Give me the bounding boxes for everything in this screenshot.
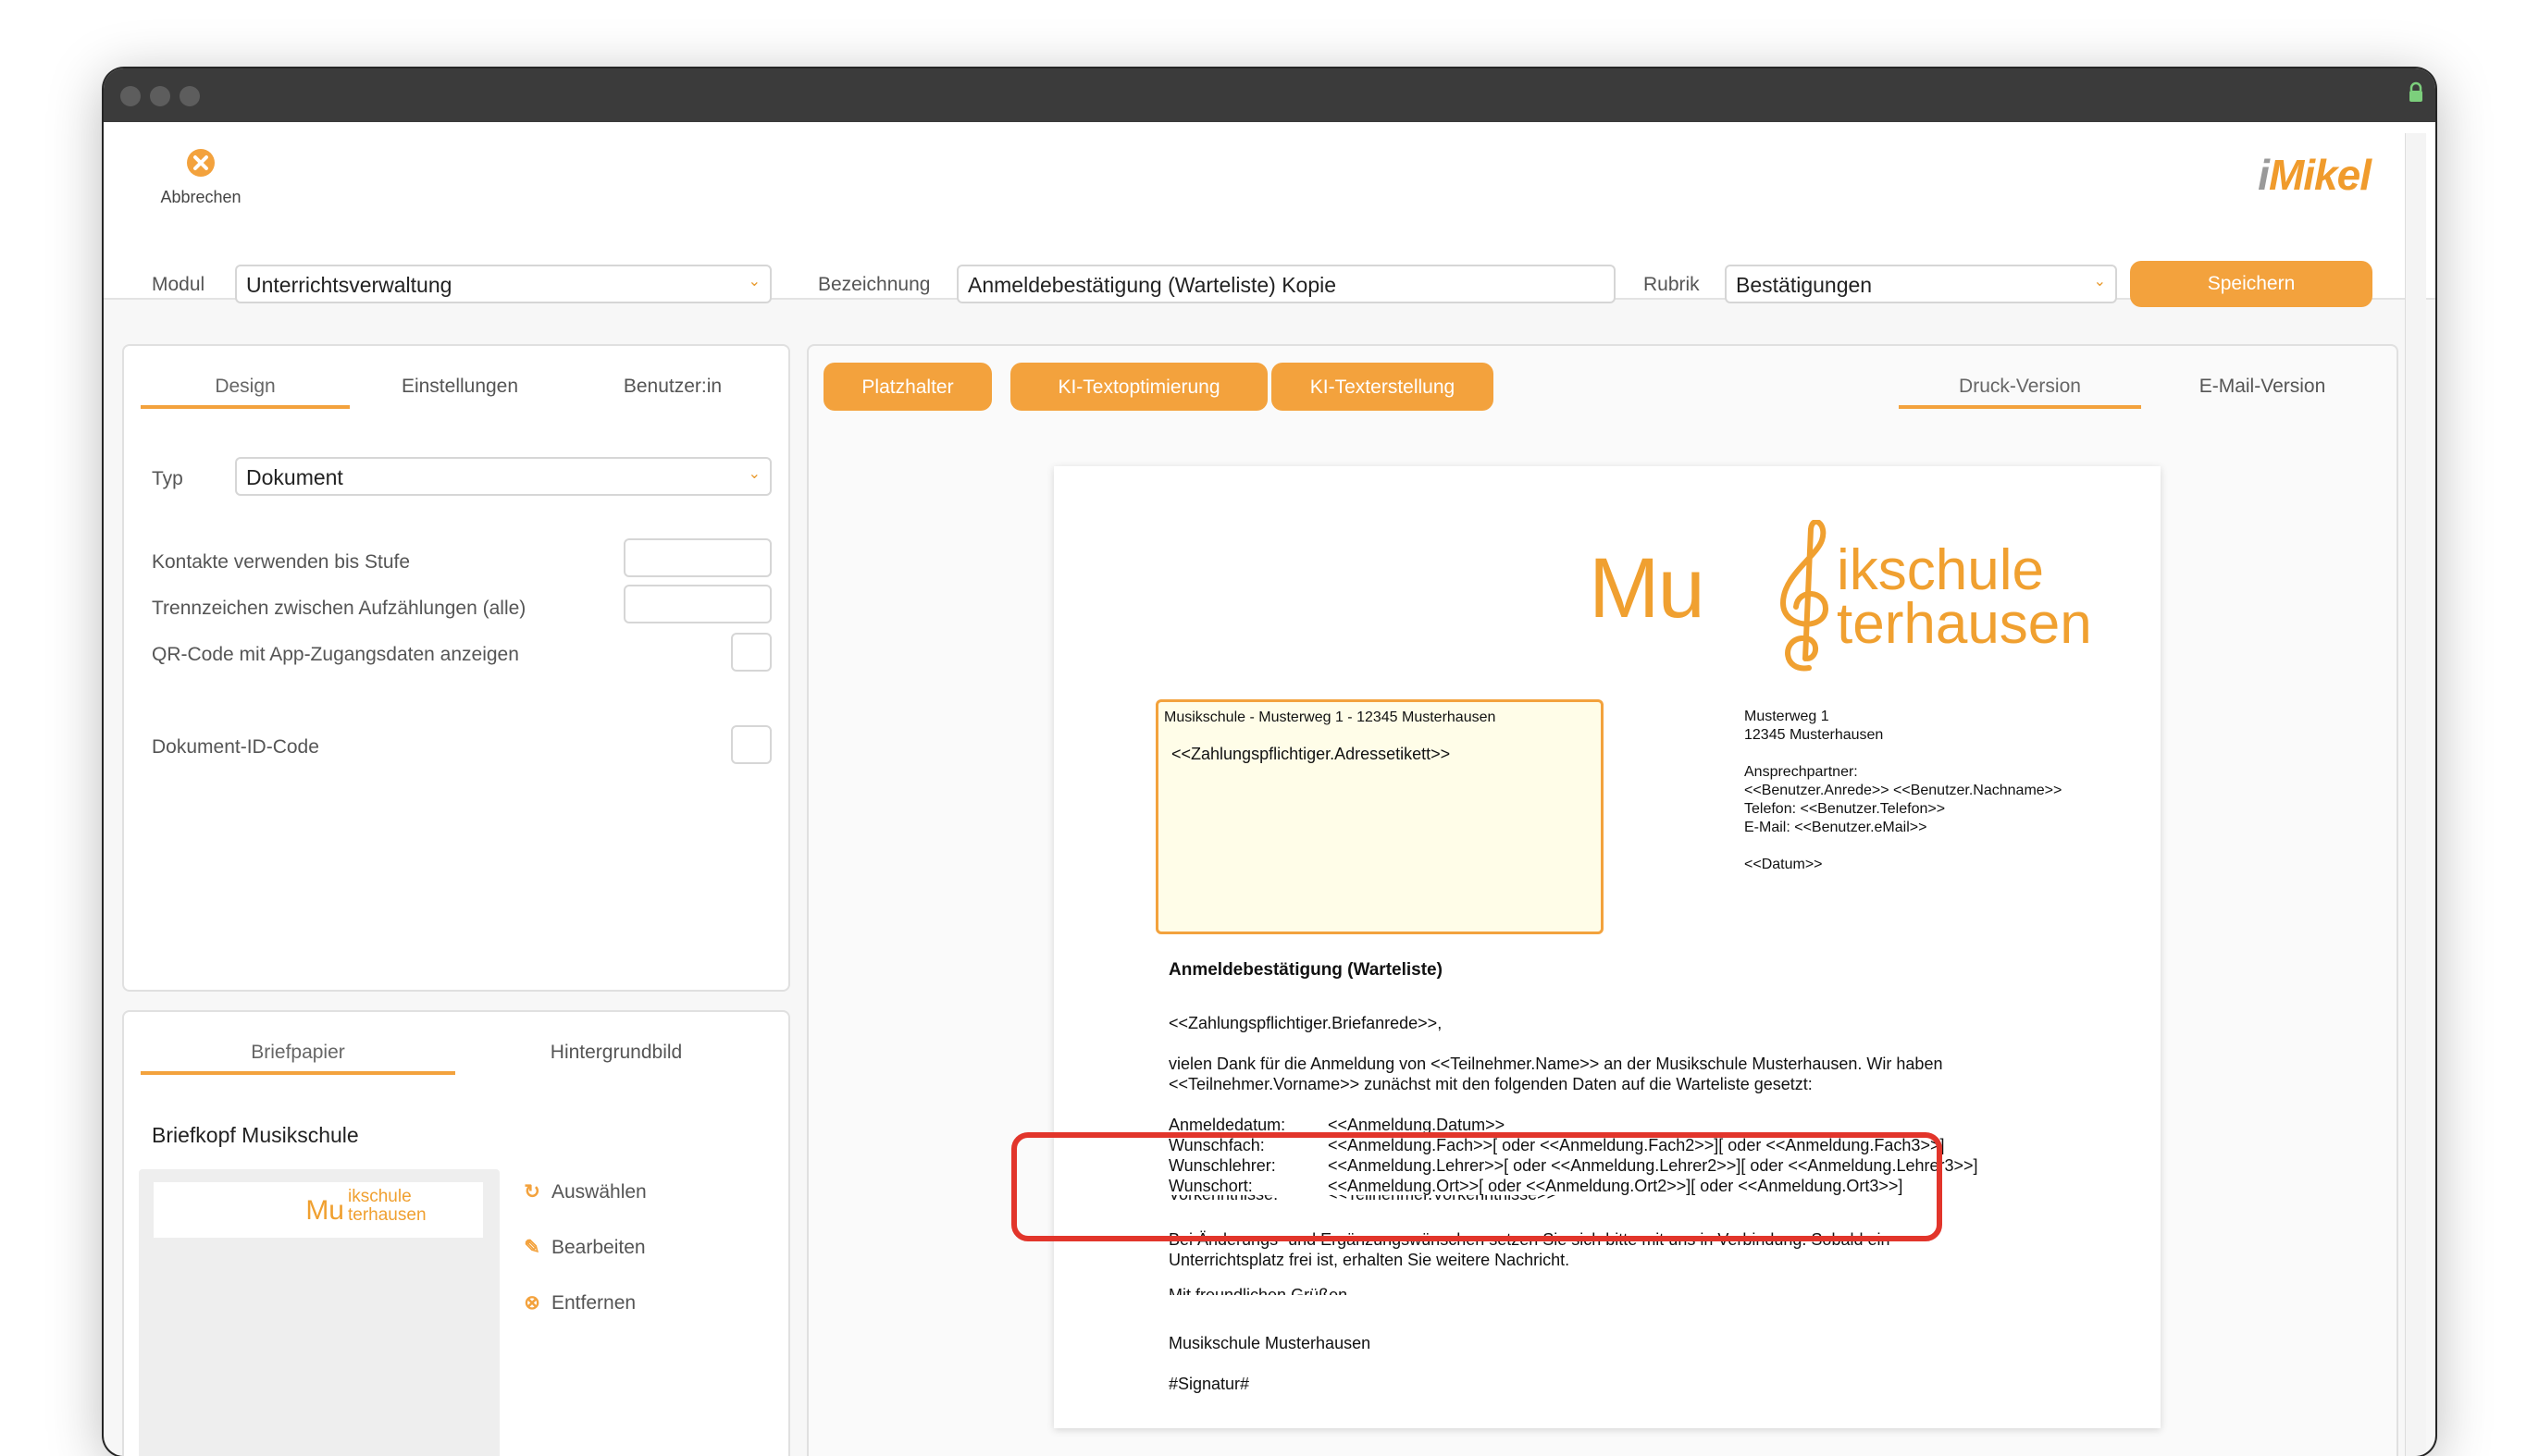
close-window-button[interactable] — [120, 86, 141, 106]
minimize-window-button[interactable] — [150, 86, 170, 106]
modul-select[interactable]: Unterrichtsverwaltung ⌄ — [235, 265, 772, 303]
app-window: Abbrechen iMikel Modul Unterrichtsverwal… — [104, 68, 2435, 1456]
doc-change-line-2: Unterrichtsplatz frei ist, erhalten Sie … — [1169, 1251, 1570, 1269]
tab-email-version[interactable]: E-Mail-Version — [2141, 376, 2384, 398]
modul-label: Modul — [152, 274, 205, 295]
abort-label: Abbrechen — [160, 188, 242, 206]
doc-body-line-2: <<Teilnehmer.Vorname>> zunächst mit den … — [1169, 1075, 1813, 1093]
refresh-icon: ↻ — [524, 1181, 540, 1203]
setting-qrcode-label: QR-Code mit App-Zugangsdaten anzeigen — [152, 644, 519, 665]
tab-design[interactable]: Design — [141, 376, 350, 409]
qrcode-checkbox[interactable] — [731, 633, 772, 672]
bezeichnung-input[interactable]: Anmeldebestätigung (Warteliste) Kopie — [957, 265, 1616, 303]
settings-panel: Design Einstellungen Benutzer:in Typ Dok… — [122, 344, 790, 992]
tab-hintergrundbild[interactable]: Hintergrundbild — [459, 1042, 774, 1064]
remove-icon: ⊗ — [524, 1292, 540, 1314]
kontakte-stufe-input[interactable] — [624, 538, 772, 577]
doc-salutation: <<Zahlungspflichtiger.Briefanrede>>, — [1169, 1014, 1443, 1032]
doc-logo-prefix: Mu — [1589, 541, 1705, 635]
letterhead-title: Briefkopf Musikschule — [152, 1123, 359, 1147]
save-button[interactable]: Speichern — [2130, 261, 2372, 307]
entfernen-action[interactable]: ⊗ Entfernen — [520, 1291, 636, 1314]
setting-trennzeichen-label: Trennzeichen zwischen Aufzählungen (alle… — [152, 598, 526, 619]
dokument-id-checkbox[interactable] — [731, 725, 772, 764]
tab-einstellungen[interactable]: Einstellungen — [355, 376, 564, 398]
sender-line: Musikschule - Musterweg 1 - 12345 Muster… — [1164, 709, 1496, 725]
lock-icon — [2409, 81, 2422, 102]
doc-signature: #Signatur# — [1169, 1375, 1250, 1393]
address-window[interactable]: Musikschule - Musterweg 1 - 12345 Muster… — [1156, 699, 1604, 934]
doc-closing: Mit freundlichen Grüßen — [1169, 1286, 1348, 1295]
letterhead-panel: Briefpapier Hintergrundbild Briefkopf Mu… — [122, 1010, 790, 1456]
window-scrollbar[interactable] — [2405, 133, 2426, 1456]
rubrik-select[interactable]: Bestätigungen ⌄ — [1725, 265, 2117, 303]
letterhead-thumb: Mu ikschule terhausen — [154, 1182, 483, 1238]
pencil-icon: ✎ — [524, 1237, 540, 1258]
bezeichnung-label: Bezeichnung — [818, 274, 931, 295]
address-placeholder: <<Zahlungspflichtiger.Adressetikett>> — [1171, 745, 1451, 763]
setting-kontakte-label: Kontakte verwenden bis Stufe — [152, 551, 411, 573]
typ-select[interactable]: Dokument ⌄ — [235, 457, 772, 496]
letterhead-preview[interactable]: Mu ikschule terhausen — [139, 1169, 500, 1456]
doc-body-line-1: vielen Dank für die Anmeldung von <<Teil… — [1169, 1055, 1943, 1073]
cancel-icon — [187, 149, 215, 177]
bearbeiten-action[interactable]: ✎ Bearbeiten — [520, 1236, 645, 1259]
tab-druck-version[interactable]: Druck-Version — [1899, 376, 2141, 409]
chevron-down-icon: ⌄ — [748, 466, 761, 482]
title-bar — [104, 68, 2435, 122]
doc-logo-text: ikschule terhausen — [1837, 538, 2092, 656]
doc-signature-org: Musikschule Musterhausen — [1169, 1334, 1371, 1352]
trennzeichen-input[interactable] — [624, 585, 772, 623]
highlight-box — [1011, 1132, 1942, 1241]
abort-button[interactable]: Abbrechen — [141, 148, 261, 207]
chevron-down-icon: ⌄ — [748, 274, 761, 290]
setting-dokument-id-label: Dokument-ID-Code — [152, 736, 319, 758]
tab-benutzer[interactable]: Benutzer:in — [568, 376, 777, 398]
rubrik-label: Rubrik — [1643, 274, 1700, 295]
treble-clef-icon — [1779, 520, 1829, 672]
platzhalter-button[interactable]: Platzhalter — [824, 363, 992, 411]
imikel-logo: iMikel — [2258, 151, 2372, 199]
ki-texterstellung-button[interactable]: KI-Texterstellung — [1271, 363, 1493, 411]
zoom-window-button[interactable] — [180, 86, 200, 106]
tab-briefpapier[interactable]: Briefpapier — [141, 1042, 455, 1075]
document-page[interactable]: Mu ikschule terhausen Musikschule - Muste… — [1054, 466, 2161, 1428]
ki-textoptimierung-button[interactable]: KI-Textoptimierung — [1010, 363, 1268, 411]
chevron-down-icon: ⌄ — [2093, 274, 2106, 290]
doc-subject: Anmeldebestätigung (Warteliste) — [1169, 960, 1443, 980]
typ-label: Typ — [152, 468, 183, 489]
auswaehlen-action[interactable]: ↻ Auswählen — [520, 1180, 647, 1203]
